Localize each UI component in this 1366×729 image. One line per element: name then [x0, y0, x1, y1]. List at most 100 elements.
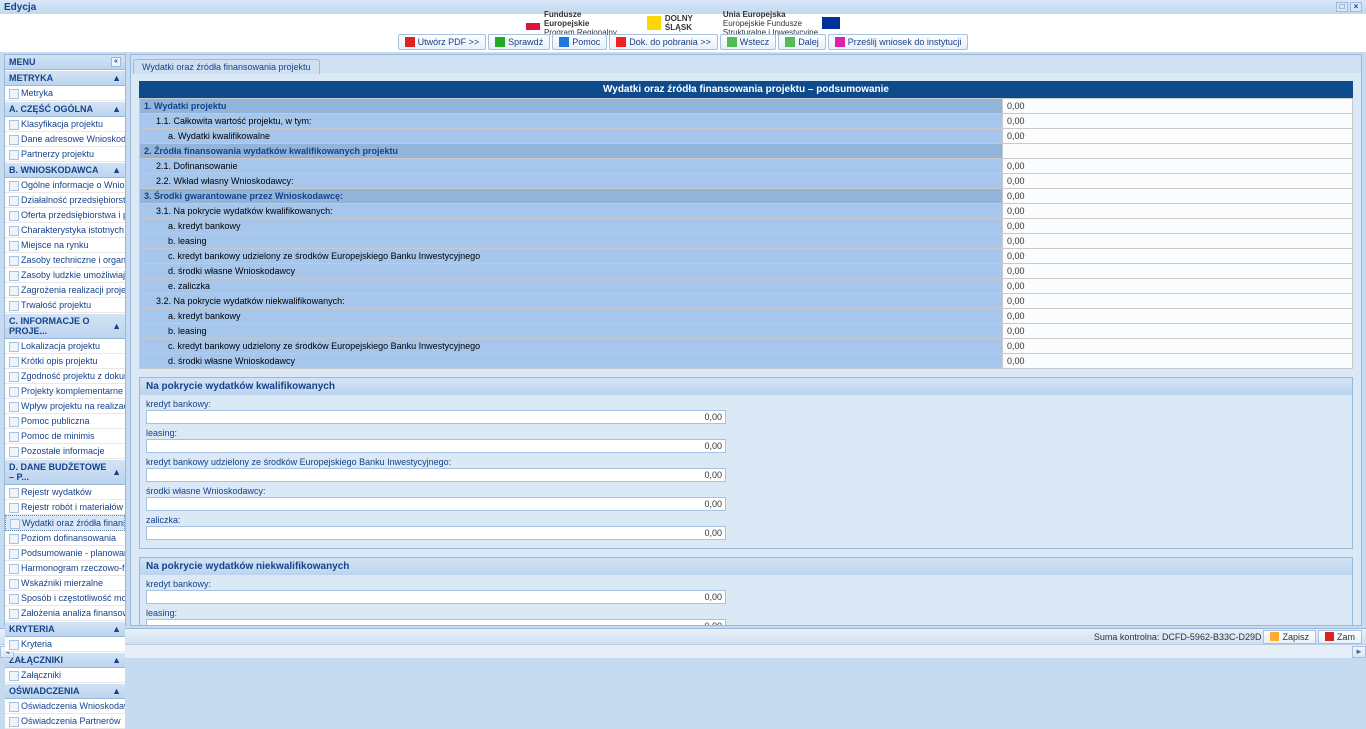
menu-item[interactable]: Krótki opis projektu — [5, 354, 125, 369]
menu-item[interactable]: Rejestr robót i materiałów budow... — [5, 500, 125, 515]
pdf-button[interactable]: Utwórz PDF >> — [398, 34, 487, 50]
section-ogolna[interactable]: A. CZĘŚĆ OGÓLNA▲ — [5, 101, 125, 117]
footer: Suma kontrolna: DCFD-5962-B33C-D29D Zapi… — [0, 628, 1366, 644]
collapse-sidebar-icon[interactable]: « — [111, 57, 121, 67]
logo-dolny-slask: DOLNYŚLĄSK — [647, 14, 693, 32]
section-collapse-icon[interactable]: ▲ — [112, 165, 121, 175]
amount-input[interactable] — [146, 590, 726, 604]
window-title: Edycja — [4, 2, 36, 13]
download-icon — [616, 37, 626, 47]
menu-item[interactable]: Pomoc publiczna — [5, 414, 125, 429]
section-oswiadczenia[interactable]: OŚWIADCZENIA▲ — [5, 683, 125, 699]
menu-item[interactable]: Działalność przedsiębiorstwa — [5, 193, 125, 208]
menu-item[interactable]: Ogólne informacje o Wnioskodaw... — [5, 178, 125, 193]
field-row: kredyt bankowy udzielony ze środków Euro… — [146, 457, 1346, 482]
table-row-label: a. Wydatki kwalifikowalne — [140, 129, 1003, 144]
back-button[interactable]: Wstecz — [720, 34, 777, 50]
next-button[interactable]: Dalej — [778, 34, 826, 50]
table-row-label: 2.1. Dofinansowanie — [140, 159, 1003, 174]
menu-item[interactable]: Metryka — [5, 86, 125, 101]
menu-item[interactable]: Oświadczenia Partnerów — [5, 714, 125, 729]
tab-wydatki[interactable]: Wydatki oraz źródła finansowania projekt… — [133, 59, 320, 74]
table-row-label: d. środki własne Wnioskodawcy — [140, 264, 1003, 279]
menu-item[interactable]: Dane adresowe Wnioskodawcy — [5, 132, 125, 147]
table-row-label: 2.2. Wkład własny Wnioskodawcy: — [140, 174, 1003, 189]
section-collapse-icon[interactable]: ▲ — [112, 321, 121, 331]
pdf-icon — [405, 37, 415, 47]
menu-item[interactable]: Oferta przedsiębiorstwa i przych... — [5, 208, 125, 223]
menu-item[interactable]: Poziom dofinansowania — [5, 531, 125, 546]
amount-input[interactable] — [146, 619, 726, 625]
check-button[interactable]: Sprawdź — [488, 34, 550, 50]
section-collapse-icon[interactable]: ▲ — [112, 104, 121, 114]
menu-item[interactable]: Klasyfikacja projektu — [5, 117, 125, 132]
menu-item[interactable]: Kryteria — [5, 637, 125, 652]
section-zalaczniki[interactable]: ZAŁĄCZNIKI▲ — [5, 652, 125, 668]
menu-item[interactable]: Miejsce na rynku — [5, 238, 125, 253]
section-collapse-icon[interactable]: ▲ — [112, 686, 121, 696]
menu-item[interactable]: Załączniki — [5, 668, 125, 683]
menu-item[interactable]: Trwałość projektu — [5, 298, 125, 313]
field-label: leasing: — [146, 608, 1346, 618]
help-button[interactable]: Pomoc — [552, 34, 607, 50]
window-maximize-icon[interactable]: □ — [1336, 2, 1348, 12]
download-button[interactable]: Dok. do pobrania >> — [609, 34, 718, 50]
menu-item[interactable]: Sposób i częstotliwość monit. Ws... — [5, 591, 125, 606]
amount-input[interactable] — [146, 439, 726, 453]
menu-item[interactable]: Projekty komplementarne — [5, 384, 125, 399]
section-collapse-icon[interactable]: ▲ — [112, 624, 121, 634]
close-button[interactable]: Zam — [1318, 630, 1362, 644]
table-row-value: 0,00 — [1003, 309, 1353, 324]
section-collapse-icon[interactable]: ▲ — [112, 73, 121, 83]
table-row-value — [1003, 144, 1353, 159]
table-row-label: c. kredyt bankowy udzielony ze środków E… — [140, 339, 1003, 354]
section-kryteria[interactable]: KRYTERIA▲ — [5, 621, 125, 637]
menu-item[interactable]: Zagrożenia realizacji projektu i sp... — [5, 283, 125, 298]
section-wnioskodawca[interactable]: B. WNIOSKODAWCA▲ — [5, 162, 125, 178]
menu-item[interactable]: Pomoc de minimis — [5, 429, 125, 444]
field-row: środki własne Wnioskodawcy: — [146, 486, 1346, 511]
menu-item[interactable]: Wydatki oraz źródła finansowani... — [5, 515, 125, 531]
save-icon — [1270, 632, 1279, 641]
menu-item[interactable]: Podsumowanie - planowane wyda... — [5, 546, 125, 561]
table-row-label: e. zaliczka — [140, 279, 1003, 294]
section-collapse-icon[interactable]: ▲ — [112, 655, 121, 665]
amount-input[interactable] — [146, 410, 726, 424]
menu-item[interactable]: Oświadczenia Wnioskodawcy — [5, 699, 125, 714]
amount-input[interactable] — [146, 497, 726, 511]
menu-item[interactable]: Wpływ projektu na realizację zas... — [5, 399, 125, 414]
scroll-right-icon[interactable]: ► — [1352, 646, 1366, 658]
menu-item[interactable]: Zgodność projektu z dokumentam... — [5, 369, 125, 384]
table-row-label: a. kredyt bankowy — [140, 309, 1003, 324]
window-close-icon[interactable]: × — [1350, 2, 1362, 12]
panel-kwalifikowane: Na pokrycie wydatków kwalifikowanych kre… — [139, 377, 1353, 549]
section-metryka[interactable]: METRYKA▲ — [5, 70, 125, 86]
menu-item[interactable]: Partnerzy projektu — [5, 147, 125, 162]
menu-item[interactable]: Założenia analiza finansowa — [5, 606, 125, 621]
checksum-value: DCFD-5962-B33C-D29D — [1162, 632, 1262, 642]
menu-item[interactable]: Zasoby ludzkie umożliwiające rea... — [5, 268, 125, 283]
logo-strip: FunduszeEuropejskieProgram Regionalny DO… — [0, 14, 1366, 32]
menu-item[interactable]: Pozostałe informacje — [5, 444, 125, 459]
panel-kwal-header: Na pokrycie wydatków kwalifikowanych — [140, 378, 1352, 395]
amount-input[interactable] — [146, 468, 726, 482]
menu-item[interactable]: Charakterystyka istotnych czynn... — [5, 223, 125, 238]
section-informacje[interactable]: C. INFORMACJE O PROJE...▲ — [5, 313, 125, 339]
field-row: zaliczka: — [146, 515, 1346, 540]
send-button[interactable]: Prześlij wniosek do instytucji — [828, 34, 969, 50]
section-budzet[interactable]: D. DANE BUDŻETOWE – P...▲ — [5, 459, 125, 485]
menu-item[interactable]: Zasoby techniczne i organizacyjn... — [5, 253, 125, 268]
panel-niekwal-header: Na pokrycie wydatków niekwalifikowanych — [140, 558, 1352, 575]
help-icon — [559, 37, 569, 47]
field-label: kredyt bankowy: — [146, 579, 1346, 589]
section-collapse-icon[interactable]: ▲ — [112, 467, 121, 477]
table-row-value: 0,00 — [1003, 189, 1353, 204]
horizontal-scrollbar[interactable]: ◄ ► — [0, 644, 1366, 658]
send-icon — [835, 37, 845, 47]
menu-item[interactable]: Rejestr wydatków — [5, 485, 125, 500]
save-button[interactable]: Zapisz — [1263, 630, 1316, 644]
menu-item[interactable]: Wskaźniki mierzalne — [5, 576, 125, 591]
amount-input[interactable] — [146, 526, 726, 540]
menu-item[interactable]: Harmonogram rzeczowo-finanso... — [5, 561, 125, 576]
menu-item[interactable]: Lokalizacja projektu — [5, 339, 125, 354]
